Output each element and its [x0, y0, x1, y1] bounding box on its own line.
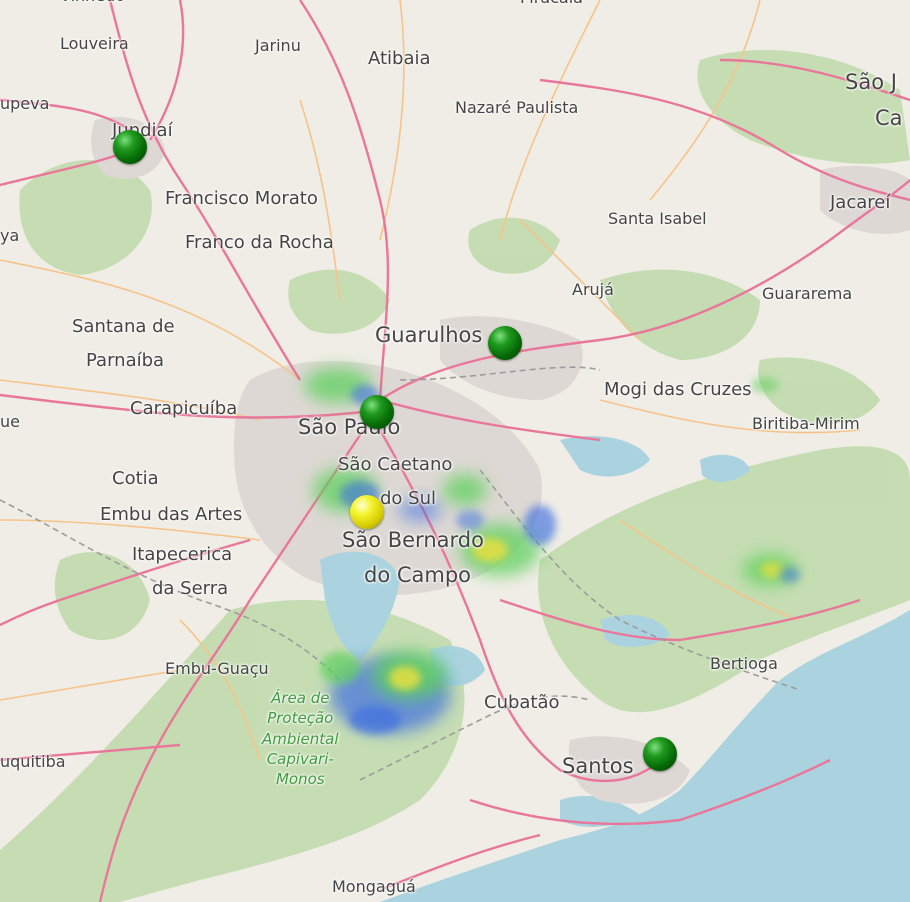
- park-label-line: Área de: [271, 689, 330, 707]
- place-label-mogi-das-cruzes: Mogi das Cruzes: [604, 379, 752, 400]
- place-label-santana-de-parnaiba-2: Parnaíba: [86, 350, 165, 371]
- park-label-line: Monos: [275, 770, 325, 788]
- place-label-cajamar: ya: [0, 226, 20, 245]
- place-label-piracaia: Piracaia: [520, 0, 583, 6]
- place-label-francisco-morato: Francisco Morato: [165, 188, 318, 209]
- place-label-carapicuiba: Carapicuíba: [130, 398, 238, 419]
- place-label-santana-de-parnaiba-1: Santana de: [72, 316, 175, 337]
- place-label-santa-isabel: Santa Isabel: [608, 209, 707, 228]
- place-label-sao-caetano-1: São Caetano: [338, 454, 453, 475]
- map-canvas[interactable]: Vinhedo Piracaia Louveira Jarinu Atibaia São …: [0, 0, 910, 902]
- place-label-aruja: Arujá: [572, 280, 614, 299]
- park-label-line: Capivari-: [266, 749, 334, 768]
- marker-jundiai[interactable]: [113, 130, 147, 164]
- place-label-aue: ue: [0, 412, 20, 431]
- place-label-louveira: Louveira: [60, 34, 129, 53]
- place-label-itupeva: upeva: [0, 94, 50, 113]
- marker-sao-bernardo[interactable]: [350, 495, 384, 529]
- marker-santos[interactable]: [643, 737, 677, 771]
- place-label-atibaia: Atibaia: [368, 48, 431, 69]
- marker-sao-paulo[interactable]: [360, 395, 394, 429]
- place-label-santos: Santos: [562, 754, 634, 778]
- place-label-guararema: Guararema: [762, 284, 853, 303]
- place-label-embu-das-artes: Embu das Artes: [100, 504, 243, 525]
- place-label-embu-guacu: Embu-Guaçu: [165, 659, 269, 678]
- park-label-capivari-monos: Área de Proteção Ambiental Capivari- Monos: [262, 688, 339, 789]
- place-label-mongagua: Mongaguá: [332, 877, 416, 896]
- place-label-itapecerica-2: da Serra: [152, 578, 229, 599]
- place-label-sao-bernardo-1: São Bernardo: [342, 528, 484, 552]
- place-label-bertioga: Bertioga: [710, 654, 778, 673]
- place-label-cubatao: Cubatão: [484, 692, 560, 713]
- place-label-biritiba-mirim: Biritiba-Mirim: [752, 414, 860, 433]
- place-label-guarulhos: Guarulhos: [375, 323, 483, 347]
- place-label-cotia: Cotia: [112, 468, 159, 489]
- place-label-itapecerica-1: Itapecerica: [132, 544, 233, 565]
- place-label-vinhedo: Vinhedo: [60, 0, 125, 4]
- place-label-sao-jose: São J: [845, 70, 897, 94]
- place-label-sao-caetano-2: do Sul: [380, 488, 436, 509]
- place-label-jacarei: Jacareí: [830, 192, 891, 213]
- park-label-line: Ambiental: [262, 729, 339, 748]
- place-label-franco-da-rocha: Franco da Rocha: [185, 232, 334, 253]
- place-label-nazare-paulista: Nazaré Paulista: [455, 98, 579, 117]
- place-label-sao-bernardo-2: do Campo: [364, 563, 472, 587]
- marker-guarulhos[interactable]: [488, 326, 522, 360]
- place-label-jarinu: Jarinu: [255, 36, 301, 55]
- place-label-ca: Ca: [875, 106, 903, 130]
- place-label-juquitiba: uquitiba: [0, 752, 66, 771]
- park-label-line: Proteção: [267, 709, 334, 728]
